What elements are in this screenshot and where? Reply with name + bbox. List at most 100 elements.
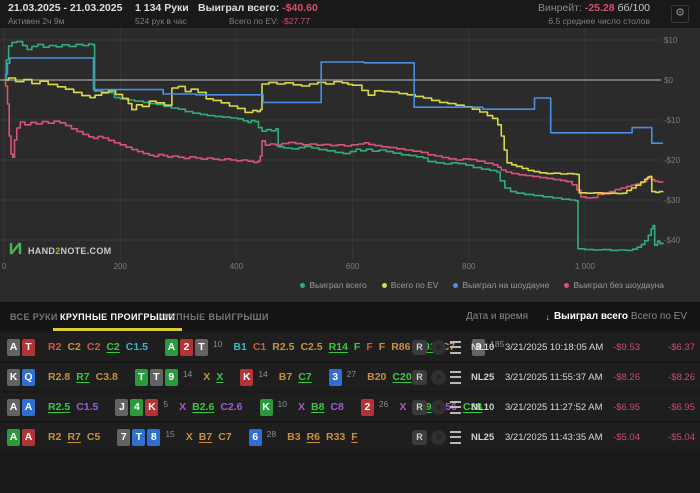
card-club: K [259,398,273,416]
hands-count: 1 134 Руки [135,2,189,14]
action-chip: C2 [67,341,81,353]
replayer-badge-icon[interactable]: R [412,399,427,415]
card-diamond: Q [22,368,35,386]
hand-row[interactable]: A A R2 R7 C5 7 T 8 15 X B7 C7 6 28 B3 R6 R33 F R NL25 3/21/2… [0,423,700,451]
legend-label: Выиграл без шоудауна [573,280,664,290]
legend-dot [453,282,459,288]
hand-won-amount: -$6.95 [613,401,640,413]
y-axis-tick: -$20 [664,156,681,165]
action-chip: F [353,341,361,353]
logo-text-hand: HAND [28,246,56,256]
card-diamond: 3 [328,368,342,386]
hand2note-window: 21.03.2025 - 21.03.2025 Активен 2ч 9м 1 … [0,0,700,493]
hand-won-amount: -$9.53 [613,341,640,353]
hands-per-hour: 524 рук в час [135,16,187,26]
hand-row[interactable]: K Q R2.8 R7 C3.8 T T 9 14 X X K 14 B7 C7 3 27 B20 C20 R NL25… [0,363,700,391]
replay-icon[interactable] [431,339,446,355]
hand-row[interactable]: A T R2 C2 C2 C2 C1.5 A 2 T 10 B1 C1 R2.5 C2.5 R14 F F F R86… [0,333,700,361]
top-stats-bar: 21.03.2025 - 21.03.2025 Активен 2ч 9м 1 … [0,0,700,28]
notes-icon[interactable] [450,430,461,444]
tab-big-wins[interactable]: КРУПНЫЕ ВЫИГРЫШИ [151,302,276,331]
replayer-badge-icon[interactable]: R [412,429,427,445]
winrate-value: -25.28 [584,2,615,14]
card-club: T [134,368,148,386]
street-actions: R2.5 C1.5 [48,401,104,413]
hand-row[interactable]: AAR2.5C1.5J4K5XB2.6C2.6K10XB8C8226XB19R5… [0,393,700,421]
action-chip: C2.6 [220,401,243,413]
x-axis-tick: 800 [462,262,476,271]
avg-tables: 6.5 среднее число столов [548,16,650,26]
x-axis-tick: 400 [229,262,244,271]
pot-size: 5 [163,398,169,409]
y-axis-tick: -$40 [664,236,681,245]
legend-label: Выиграл на шоудауне [462,280,550,290]
card-heart: 2 [179,338,193,356]
stake-label: NL25 [471,371,495,383]
hand-ev-amount: -$6.37 [668,341,695,353]
action-chip: R14 [328,341,348,353]
replay-icon[interactable] [431,399,446,415]
x-axis-tick: 1 000 [574,262,596,271]
action-chip: C7 [218,431,232,443]
action-chip: C3.8 [95,371,118,383]
card-spade: 7 [117,428,131,446]
y-axis-tick: $0 [664,76,673,85]
replayer-badge-icon[interactable]: R [412,369,427,385]
board-cards: K 14 [240,368,268,386]
action-chip: F [366,341,373,353]
gear-icon[interactable]: ⚙ [671,5,689,23]
legend-label: Всего по EV [390,280,439,290]
action-chip: X [216,371,224,383]
hole-cards: AA [7,398,37,416]
x-axis-tick: 600 [345,262,360,271]
action-chip: C1 [252,341,267,353]
winnings-chart[interactable]: HAND2NOTE.COM Выиграл всего Всего по EV Вы… [0,28,700,302]
action-chip: R2 [48,431,62,443]
replay-icon[interactable] [431,369,446,385]
action-chip: C2.5 [300,341,323,353]
action-chip: X [179,401,187,413]
notes-icon[interactable] [450,400,461,414]
replayer-badge-icon[interactable]: R [412,339,427,355]
date-range: 21.03.2025 - 21.03.2025 [8,2,123,14]
board-cards: A 2 T 10 [164,338,222,356]
action-chip: B3 [287,431,301,443]
active-time: Активен 2ч 9м [8,16,65,26]
card-diamond: 6 [248,428,262,446]
pot-size: 26 [378,398,389,409]
legend-dot [300,282,306,288]
action-chip: C20 [392,371,412,383]
board-cards: 7 T 8 15 [117,428,175,446]
legend-item: Выиграл без шоудауна [564,280,664,290]
stake-label: NL25 [471,431,495,443]
action-chip: C1.5 [125,341,148,353]
y-axis-tick: $10 [664,36,678,45]
row-icons: R [412,429,461,445]
action-chip: C5 [86,431,101,443]
card-heart: K [145,398,159,416]
card-spade: J [115,398,129,416]
board-cards: 3 27 [328,368,356,386]
winrate-unit: бб/100 [617,2,650,14]
column-header-ev[interactable]: Всего по EV [631,302,687,331]
board-cards: 2 26 [360,398,389,416]
row-icons: R [412,399,461,415]
notes-icon[interactable] [450,370,461,384]
column-header-won[interactable]: ↓ Выиграл всего [545,302,628,331]
column-header-date[interactable]: Дата и время [466,302,528,331]
street-actions: X B8 C8 [298,401,350,413]
card-diamond: T [132,428,146,446]
hands-toolbar: ВСЕ РУКИ КРУПНЫЕ ПРОИГРЫШИ КРУПНЫЕ ВЫИГР… [0,302,700,331]
pot-size: 15 [165,428,175,439]
action-chip: R2 [48,341,62,353]
notes-icon[interactable] [450,340,461,354]
action-chip: B2.6 [192,401,215,413]
pot-size: 10 [277,398,287,409]
winrate-label: Винрейт: [537,2,582,14]
card-spade: T [194,338,208,356]
action-chip: B7 [278,371,293,383]
action-chip: B7 [198,431,213,443]
x-axis-tick: 200 [113,262,127,271]
action-chip: C8 [330,401,344,413]
replay-icon[interactable] [431,429,446,445]
